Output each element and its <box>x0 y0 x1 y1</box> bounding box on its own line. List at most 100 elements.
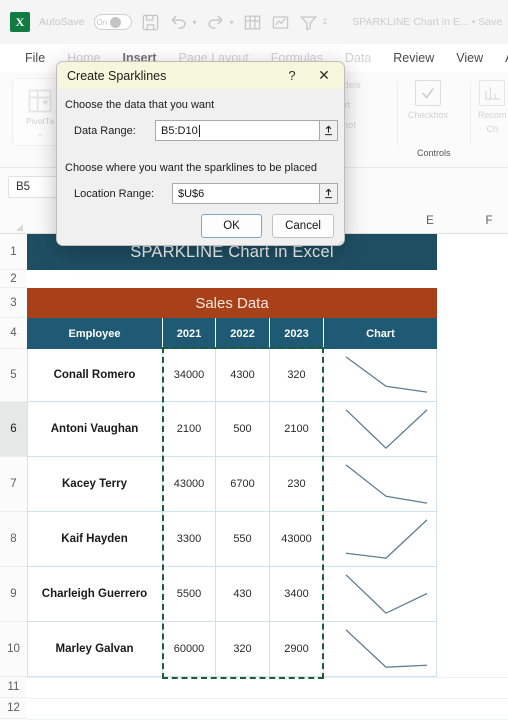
resize-grip-icon[interactable] <box>333 235 343 245</box>
help-icon[interactable]: ? <box>282 66 302 85</box>
column-header-e[interactable]: E <box>390 208 470 234</box>
table-left-edge <box>27 349 28 677</box>
gridline <box>27 698 508 699</box>
controls-group-title: Controls <box>417 148 451 158</box>
tab-view[interactable]: View <box>445 51 494 65</box>
excel-logo-icon: X <box>10 12 30 32</box>
data-range-picker-button[interactable] <box>319 120 338 141</box>
cell-2021-6[interactable]: 60000 <box>163 622 215 677</box>
checkbox-control-button[interactable]: Checkbox <box>408 80 448 120</box>
autosave-label: AutoSave <box>39 16 85 28</box>
ok-button[interactable]: OK <box>201 214 262 238</box>
cell-2021-5[interactable]: 5500 <box>163 567 215 622</box>
row-header-12[interactable]: 12 <box>0 698 27 719</box>
autosave-toggle-knob <box>110 16 122 28</box>
row-header-4[interactable]: 4 <box>0 318 27 349</box>
autosave-toggle[interactable]: On <box>93 14 132 30</box>
cell-2021-2[interactable]: 2100 <box>163 402 215 457</box>
table-header-2023[interactable]: 2023 <box>270 318 323 349</box>
cell-2022-5[interactable]: 430 <box>216 567 269 622</box>
autosave-toggle-state: On <box>96 17 108 27</box>
filter-icon[interactable] <box>299 13 318 32</box>
sparkline-4[interactable] <box>324 512 437 567</box>
cell-2021-4[interactable]: 3300 <box>163 512 215 567</box>
table-header-2022[interactable]: 2022 <box>216 318 269 349</box>
cell-2023-4[interactable]: 43000 <box>270 512 323 567</box>
cell-employee-5[interactable]: Charleigh Guerrero <box>27 567 162 622</box>
undo-dropdown-icon[interactable]: ▾ <box>193 18 197 27</box>
table-header-chart[interactable]: Chart <box>324 318 437 349</box>
dialog-title: Create Sparklines <box>67 68 167 83</box>
data-range-label: Data Range: <box>74 125 136 137</box>
cell-2022-4[interactable]: 550 <box>216 512 269 567</box>
sparkline-3[interactable] <box>324 457 437 512</box>
table-icon[interactable] <box>243 13 262 32</box>
pivot-table-chevron-down-icon[interactable]: ⌄ <box>37 129 44 138</box>
row-header-6[interactable]: 6 <box>0 402 27 457</box>
cell-2022-6[interactable]: 320 <box>216 622 269 677</box>
create-sparklines-dialog: Create Sparklines ? ✕ Choose the data th… <box>56 61 345 246</box>
cell-2022-2[interactable]: 500 <box>216 402 269 457</box>
table-column-divider <box>269 349 270 677</box>
redo-dropdown-icon[interactable]: ▾ <box>230 18 234 27</box>
row-header-8[interactable]: 8 <box>0 512 27 567</box>
cell-2022-3[interactable]: 6700 <box>216 457 269 512</box>
ribbon-separator <box>397 82 398 146</box>
sparkline-5[interactable] <box>324 567 437 622</box>
table-column-divider <box>162 349 163 677</box>
cell-employee-2[interactable]: Antoni Vaughan <box>27 402 162 457</box>
tab-review[interactable]: Review <box>382 51 445 65</box>
select-all-corner[interactable] <box>0 208 27 234</box>
cell-employee-3[interactable]: Kacey Terry <box>27 457 162 512</box>
row-header-10[interactable]: 10 <box>0 622 27 677</box>
sparkline-6[interactable] <box>324 622 437 677</box>
cell-2023-2[interactable]: 2100 <box>270 402 323 457</box>
row-header-5[interactable]: 5 <box>0 349 27 402</box>
cell-2022-1[interactable]: 4300 <box>216 349 269 402</box>
column-header-f[interactable]: F <box>470 208 508 234</box>
data-range-prompt: Choose the data that you want <box>65 99 215 111</box>
location-range-prompt: Choose where you want the sparklines to … <box>65 162 317 174</box>
cell-employee-1[interactable]: Conall Romero <box>27 349 162 402</box>
row-header-11[interactable]: 11 <box>0 677 27 698</box>
sparkline-2[interactable] <box>324 402 437 457</box>
customize-toolbar-icon[interactable]: ⩲ <box>323 17 328 27</box>
tab-automate[interactable]: Autom <box>494 51 508 65</box>
cell-2021-1[interactable]: 34000 <box>163 349 215 402</box>
location-range-picker-button[interactable] <box>319 183 338 204</box>
sales-data-header-cell[interactable]: Sales Data <box>27 288 437 318</box>
location-range-label: Location Range: <box>74 188 155 200</box>
data-range-input[interactable]: B5:D10 <box>155 120 329 141</box>
title-bar: X AutoSave On ▾ ▾ ⩲ SPARKLINE Chart in E… <box>0 0 508 44</box>
undo-icon[interactable] <box>169 13 188 32</box>
cell-employee-6[interactable]: Marley Galvan <box>27 622 162 677</box>
redo-icon[interactable] <box>206 13 225 32</box>
row-header-7[interactable]: 7 <box>0 457 27 512</box>
chart-icon[interactable] <box>271 13 290 32</box>
tab-file[interactable]: File <box>14 51 56 65</box>
row-header-9[interactable]: 9 <box>0 567 27 622</box>
row-header-3[interactable]: 3 <box>0 288 27 318</box>
location-range-input[interactable]: $U$6 <box>172 183 329 204</box>
close-icon[interactable]: ✕ <box>314 66 334 85</box>
table-column-divider <box>215 349 216 677</box>
cell-2023-6[interactable]: 2900 <box>270 622 323 677</box>
document-title: SPARKLINE Chart in E... • Save <box>352 16 503 28</box>
cell-employee-4[interactable]: Kaif Hayden <box>27 512 162 567</box>
cell-2023-5[interactable]: 3400 <box>270 567 323 622</box>
row-headers: 1 2 3 4 5 6 7 8 9 10 11 12 13 <box>0 234 27 720</box>
save-icon[interactable] <box>141 13 160 32</box>
table-header-2021[interactable]: 2021 <box>163 318 215 349</box>
cell-2021-3[interactable]: 43000 <box>163 457 215 512</box>
row-header-2[interactable]: 2 <box>0 270 27 288</box>
recommended-charts-button[interactable]: Recom Ch <box>478 80 507 134</box>
cell-2023-1[interactable]: 320 <box>270 349 323 402</box>
worksheet-grid: SPARKLINE Chart in Excel Sales Data Empl… <box>27 234 508 720</box>
row-header-1[interactable]: 1 <box>0 234 27 270</box>
text-cursor <box>198 124 200 137</box>
table-header-employee[interactable]: Employee <box>27 318 162 349</box>
sparkline-1[interactable] <box>324 349 437 402</box>
gridline <box>27 677 508 678</box>
cancel-button[interactable]: Cancel <box>272 214 334 238</box>
cell-2023-3[interactable]: 230 <box>270 457 323 512</box>
